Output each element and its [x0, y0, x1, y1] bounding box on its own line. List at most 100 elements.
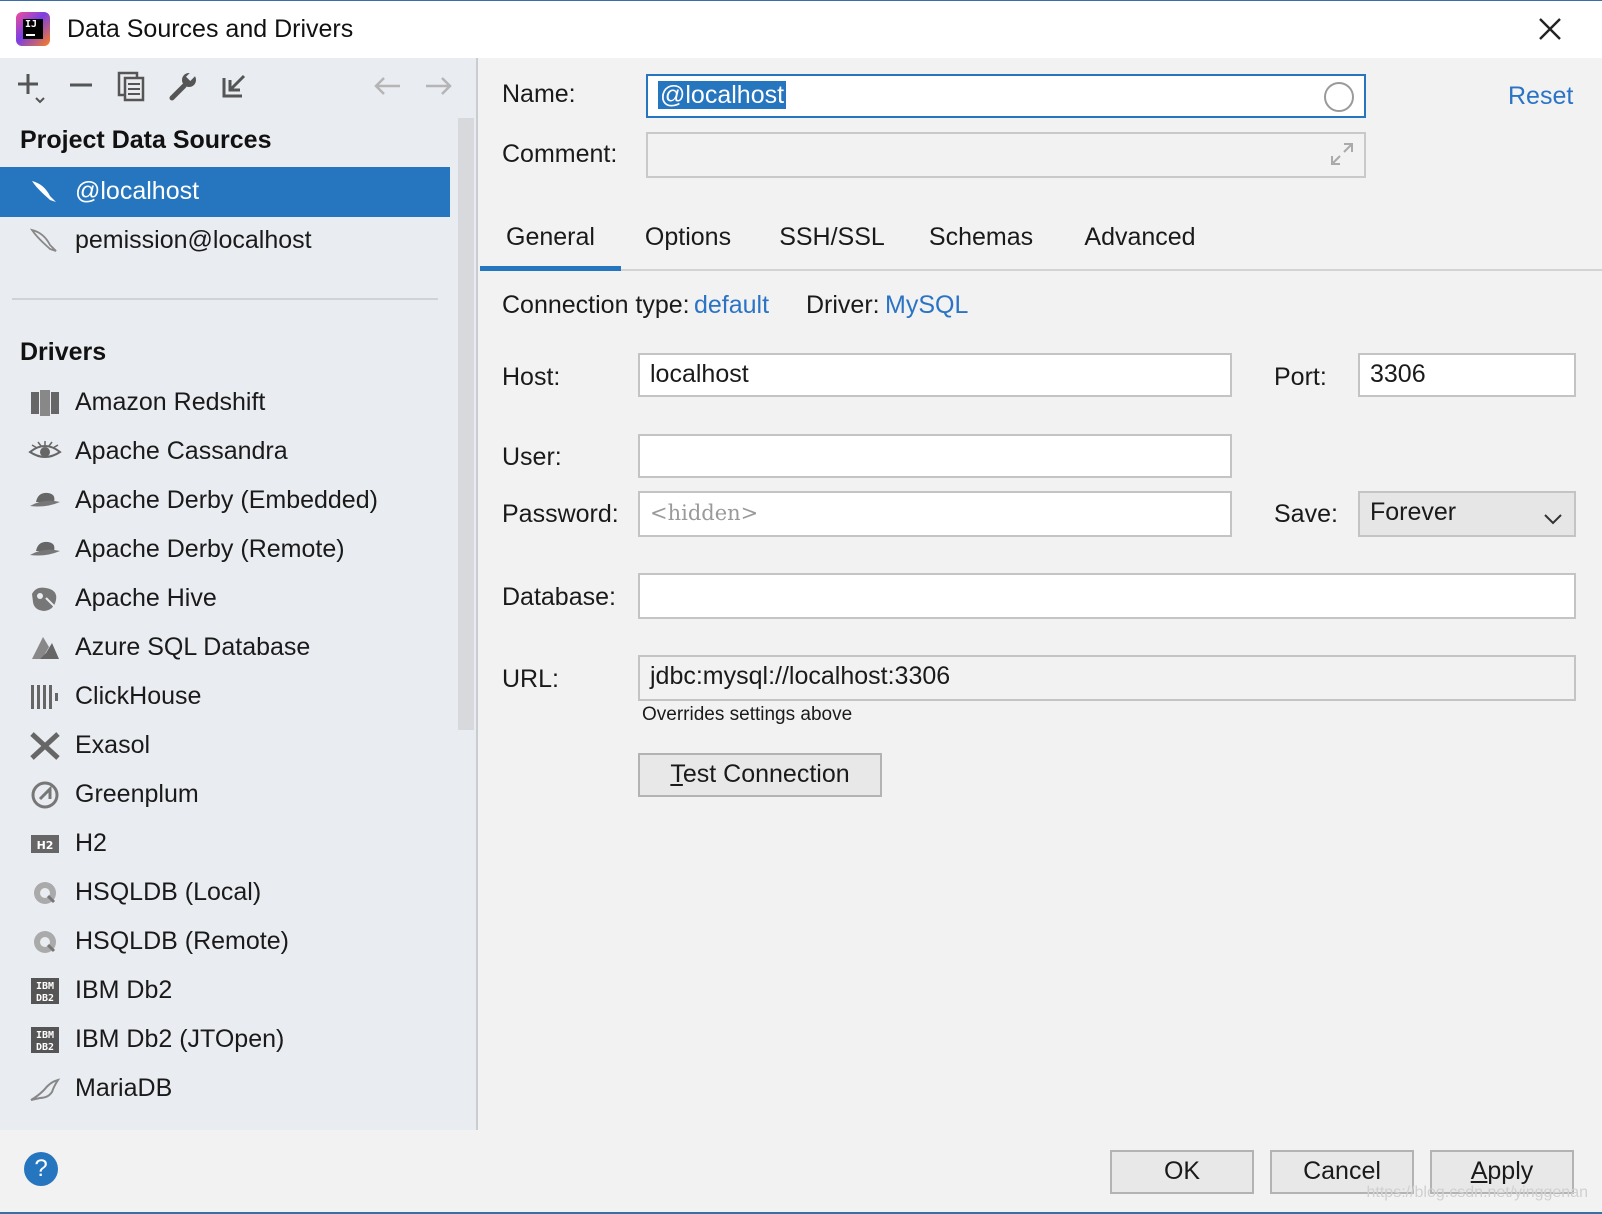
greenplum-icon	[28, 780, 62, 810]
project-data-sources-title: Project Data Sources	[20, 126, 272, 154]
tab-general[interactable]: General	[480, 213, 621, 271]
name-input[interactable]: @localhost	[646, 74, 1366, 118]
add-icon[interactable]	[14, 68, 50, 104]
driver-label: HSQLDB (Local)	[75, 878, 262, 906]
name-value: @localhost	[658, 81, 787, 109]
title-bar: IJ Data Sources and Drivers	[0, 0, 1602, 58]
hive-icon	[28, 584, 62, 614]
svg-text:IBM: IBM	[36, 1030, 54, 1041]
host-label: Host:	[502, 363, 561, 391]
tab-bar: General Options SSH/SSL Schemas Advanced	[480, 213, 1602, 271]
h2-icon: H2	[28, 829, 62, 859]
driver-label: Exasol	[75, 731, 151, 759]
driver-label: Apache Derby (Remote)	[75, 535, 345, 563]
user-label: User:	[502, 443, 562, 471]
driver-item-clickhouse[interactable]: ClickHouse	[0, 672, 450, 722]
hsqldb-icon	[28, 927, 62, 957]
name-label: Name:	[502, 80, 576, 108]
window-title: Data Sources and Drivers	[67, 15, 354, 43]
mariadb-seal-icon	[28, 1074, 62, 1104]
save-select[interactable]: Forever	[1358, 491, 1576, 537]
watermark: https://blog.csdn.net/yinggenan	[1366, 1184, 1589, 1201]
driver-link[interactable]: MySQL	[885, 291, 968, 320]
connection-type-link[interactable]: default	[694, 291, 769, 320]
wrench-icon[interactable]	[166, 68, 202, 104]
close-icon[interactable]	[1534, 13, 1566, 45]
database-label: Database:	[502, 583, 616, 611]
url-input[interactable]: jdbc:mysql://localhost:3306	[638, 655, 1576, 701]
derby-hat-icon	[28, 486, 62, 516]
ibm-db2-icon: IBM DB2	[28, 976, 62, 1006]
left-panel: Project Data Sources @localhost pemissio…	[0, 58, 478, 1130]
password-placeholder: <hidden>	[650, 501, 759, 525]
test-connection-button[interactable]: Test Connection	[638, 753, 882, 797]
driver-item-apache-derby-embedded[interactable]: Apache Derby (Embedded)	[0, 476, 450, 526]
scrollbar[interactable]	[458, 118, 474, 730]
driver-item-hsqldb-remote[interactable]: HSQLDB (Remote)	[0, 917, 450, 967]
forward-arrow-icon[interactable]	[420, 68, 456, 104]
port-input[interactable]: 3306	[1358, 353, 1576, 397]
exasol-x-icon	[28, 731, 62, 761]
svg-text:H2: H2	[37, 839, 54, 852]
tab-schemas[interactable]: Schemas	[916, 213, 1046, 271]
driver-label: HSQLDB (Remote)	[75, 927, 289, 955]
color-circle-icon[interactable]	[1324, 82, 1354, 112]
duplicate-icon[interactable]	[114, 68, 150, 104]
url-label: URL:	[502, 665, 559, 693]
driver-label: MariaDB	[75, 1074, 173, 1102]
bottom-bar: ? OK Cancel Apply https://blog.csdn.net/…	[0, 1130, 1602, 1214]
ok-button[interactable]: OK	[1110, 1150, 1254, 1194]
hsqldb-icon	[28, 878, 62, 908]
data-source-item-localhost[interactable]: @localhost	[0, 167, 450, 217]
driver-item-apache-derby-remote[interactable]: Apache Derby (Remote)	[0, 525, 450, 575]
reset-link[interactable]: Reset	[1508, 82, 1573, 111]
host-input[interactable]: localhost	[638, 353, 1232, 397]
driver-label: Driver:	[806, 291, 880, 319]
driver-label: Azure SQL Database	[75, 633, 311, 661]
back-arrow-icon[interactable]	[370, 68, 406, 104]
database-input[interactable]	[638, 573, 1576, 619]
driver-item-greenplum[interactable]: Greenplum	[0, 770, 450, 820]
mysql-dolphin-icon	[28, 227, 60, 255]
tab-options[interactable]: Options	[628, 213, 748, 271]
connection-type-label: Connection type:	[502, 291, 690, 319]
driver-label: Amazon Redshift	[75, 388, 266, 416]
driver-label: Greenplum	[75, 780, 199, 808]
password-input[interactable]: <hidden>	[638, 491, 1232, 537]
driver-item-apache-cassandra[interactable]: Apache Cassandra	[0, 427, 450, 477]
intellij-logo-icon: IJ	[16, 12, 50, 46]
svg-text:IBM: IBM	[36, 981, 54, 992]
drivers-title: Drivers	[20, 338, 107, 366]
comment-input[interactable]	[646, 132, 1366, 178]
derby-hat-icon	[28, 535, 62, 565]
comment-label: Comment:	[502, 140, 618, 168]
expand-icon[interactable]	[1328, 140, 1356, 168]
data-source-item-pemission[interactable]: pemission@localhost	[0, 216, 450, 266]
driver-item-ibm-db2[interactable]: IBM DB2 IBM Db2	[0, 966, 450, 1016]
tab-advanced[interactable]: Advanced	[1070, 213, 1210, 271]
driver-item-exasol[interactable]: Exasol	[0, 721, 450, 771]
help-button[interactable]: ?	[24, 1152, 58, 1186]
import-icon[interactable]	[216, 68, 252, 104]
driver-label: Apache Hive	[75, 584, 217, 612]
driver-label: Apache Derby (Embedded)	[75, 486, 378, 514]
mysql-dolphin-icon	[28, 178, 60, 206]
remove-icon[interactable]	[64, 68, 100, 104]
driver-label: Apache Cassandra	[75, 437, 288, 465]
driver-item-apache-hive[interactable]: Apache Hive	[0, 574, 450, 624]
user-input[interactable]	[638, 434, 1232, 478]
driver-item-hsqldb-local[interactable]: HSQLDB (Local)	[0, 868, 450, 918]
data-source-label: pemission@localhost	[75, 226, 312, 254]
chevron-down-icon	[1542, 505, 1564, 525]
save-label: Save:	[1274, 500, 1338, 528]
driver-item-h2[interactable]: H2 H2	[0, 819, 450, 869]
tab-ssh-ssl[interactable]: SSH/SSL	[772, 213, 892, 271]
driver-item-azure-sql[interactable]: Azure SQL Database	[0, 623, 450, 673]
driver-item-amazon-redshift[interactable]: Amazon Redshift	[0, 378, 450, 428]
driver-item-mariadb[interactable]: MariaDB	[0, 1064, 450, 1114]
driver-item-ibm-db2-jtopen[interactable]: IBM DB2 IBM Db2 (JTOpen)	[0, 1015, 450, 1065]
driver-label: IBM Db2	[75, 976, 173, 1004]
data-source-label: @localhost	[75, 177, 200, 205]
cassandra-eye-icon	[28, 437, 62, 467]
port-label: Port:	[1274, 363, 1327, 391]
